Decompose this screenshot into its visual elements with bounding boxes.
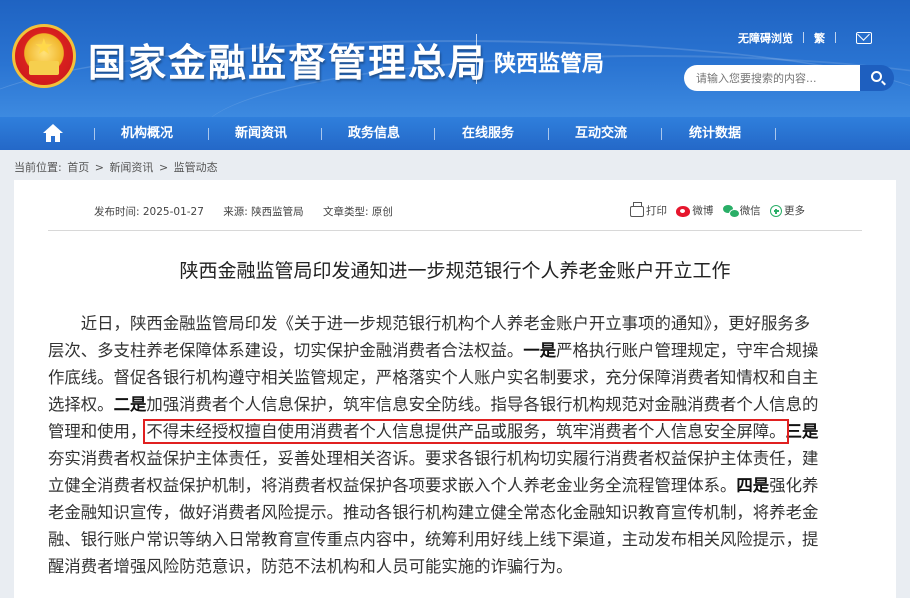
top-links: 无障碍浏览 繁: [738, 30, 846, 46]
wechat-label: 微信: [739, 205, 761, 217]
divider: [48, 230, 862, 231]
paragraph-text: 加强消费者个人信息保护，筑牢信息安全防线。指导各银行机构规范对金融消费者个人信息…: [146, 395, 819, 414]
paragraph-line: 作底线。督促各银行机构遵守相关监管规定，严格落实个人账户实名制要求，充分保障消费…: [48, 364, 864, 391]
national-emblem-icon[interactable]: ★: [12, 24, 76, 88]
breadcrumb-regulatory-news[interactable]: 监管动态: [174, 161, 218, 174]
plus-circle-icon: [770, 205, 783, 217]
paragraph-line: 立健全消费者权益保护机制，将消费者权益保护各项要求嵌入个人养老金业务全流程管理体…: [48, 472, 864, 499]
nav-divider: [208, 128, 209, 140]
search-button[interactable]: [860, 65, 894, 91]
nav-item-interaction[interactable]: 互动交流: [575, 117, 627, 150]
nav-divider: [548, 128, 549, 140]
paragraph-text: 夯实消费者权益保护主体责任，妥善处理相关咨诉。要求各银行机构切实履行消费者权益保…: [48, 449, 819, 468]
nav-divider: [775, 128, 776, 140]
paragraph-text: 层次、多支柱养老保障体系建设，切实保护金融消费者合法权益。: [48, 341, 524, 360]
nav-item-statistics[interactable]: 统计数据: [689, 117, 741, 150]
site-title[interactable]: 国家金融监督管理总局: [88, 32, 488, 87]
weibo-icon: [676, 206, 691, 217]
mail-icon[interactable]: [856, 32, 872, 44]
publish-time: 发布时间: 2025-01-27: [94, 206, 204, 218]
paragraph-line: 层次、多支柱养老保障体系建设，切实保护金融消费者合法权益。一是严格执行账户管理规…: [48, 337, 864, 364]
main-nav: 机构概况 新闻资讯 政务信息 在线服务 互动交流 统计数据: [0, 117, 910, 150]
paragraph-line: 管理和使用，不得未经授权擅自使用消费者个人信息提供产品或服务，筑牢消费者个人信息…: [48, 418, 864, 445]
breadcrumb-separator: >: [158, 161, 169, 174]
paragraph-line: 融、银行账户常识等纳入日常教育宣传重点内容中，统筹利用好线上线下渠道，主动发布相…: [48, 526, 864, 553]
paragraph-text: 近日，陕西金融监管局印发《关于进一步规范银行机构个人养老金账户开立事项的通知》，…: [48, 314, 811, 333]
nav-item-online-service[interactable]: 在线服务: [462, 117, 514, 150]
share-bar: 打印 微博 微信 更多: [630, 202, 811, 218]
branch-title[interactable]: 陕西监管局: [494, 46, 604, 78]
paragraph-text: 强化养: [769, 476, 819, 495]
bold-point-label: 一是: [523, 341, 557, 360]
bold-point-label: 四是: [736, 476, 770, 495]
printer-icon: [630, 202, 644, 217]
accessibility-link[interactable]: 无障碍浏览: [738, 32, 793, 45]
breadcrumb-separator: >: [94, 161, 104, 174]
article-type: 文章类型: 原创: [322, 206, 393, 218]
article-source: 来源: 陕西监管局: [223, 206, 304, 218]
breadcrumb-home[interactable]: 首页: [67, 161, 89, 174]
bold-point-label: 三是: [785, 422, 819, 441]
weibo-share-button[interactable]: 微博: [676, 203, 713, 218]
highlighted-text: 不得未经授权擅自使用消费者个人信息提供产品或服务，筑牢消费者个人信息安全屏障。: [143, 419, 789, 444]
article-title: 陕西金融监管局印发通知进一步规范银行个人养老金账户开立工作: [179, 260, 731, 282]
traditional-chinese-link[interactable]: 繁: [814, 32, 825, 45]
paragraph-text: 作底线。督促各银行机构遵守相关监管规定，严格落实个人账户实名制要求，充分保障消费…: [48, 368, 819, 387]
nav-divider: [321, 128, 322, 140]
paragraph-line: 选择权。二是加强消费者个人信息保护，筑牢信息安全防线。指导各银行机构规范对金融消…: [48, 391, 864, 418]
paragraph-text: 选择权。: [48, 395, 114, 414]
nav-divider: [434, 128, 435, 140]
wechat-share-button[interactable]: 微信: [722, 203, 761, 218]
article-meta: 发布时间: 2025-01-27 来源: 陕西监管局 文章类型: 原创: [94, 204, 409, 219]
link-divider: [835, 32, 836, 43]
wechat-icon: [722, 205, 740, 218]
paragraph-line: 夯实消费者权益保护主体责任，妥善处理相关咨诉。要求各银行机构切实履行消费者权益保…: [48, 445, 864, 472]
nav-divider: [94, 128, 95, 140]
nav-divider: [661, 128, 662, 140]
home-icon[interactable]: [42, 124, 64, 143]
paragraph-text: 融、银行账户常识等纳入日常教育宣传重点内容中，统筹利用好线上线下渠道，主动发布相…: [48, 530, 819, 549]
print-label: 打印: [646, 205, 667, 217]
paragraph-line: 醒消费者增强风险防范意识，防范不法机构和人员可能实施的诈骗行为。: [48, 553, 864, 580]
link-divider: [803, 32, 804, 43]
breadcrumb: 当前位置: 首页 > 新闻资讯 > 监管动态: [14, 159, 220, 175]
paragraph-line: 老金融知识宣传，做好消费者风险提示。推动各银行机构建立健全常态化金融知识教育宣传…: [48, 499, 864, 526]
more-label: 更多: [784, 205, 806, 217]
paragraph-line: 近日，陕西金融监管局印发《关于进一步规范银行机构个人养老金账户开立事项的通知》，…: [48, 310, 864, 337]
article-card: 发布时间: 2025-01-27 来源: 陕西监管局 文章类型: 原创 打印 微…: [14, 180, 896, 598]
nav-item-institution[interactable]: 机构概况: [121, 117, 173, 150]
paragraph-text: 醒消费者增强风险防范意识，防范不法机构和人员可能实施的诈骗行为。: [48, 557, 573, 576]
bold-point-label: 二是: [113, 395, 147, 414]
paragraph-text: 立健全消费者权益保护机制，将消费者权益保护各项要求嵌入个人养老金业务全流程管理体…: [48, 476, 737, 495]
title-divider: [476, 34, 477, 84]
breadcrumb-label: 当前位置:: [14, 161, 62, 174]
site-header: ★ 国家金融监督管理总局 陕西监管局 无障碍浏览 繁: [0, 0, 910, 117]
more-share-button[interactable]: 更多: [770, 203, 805, 218]
paragraph-text: 老金融知识宣传，做好消费者风险提示。推动各银行机构建立健全常态化金融知识教育宣传…: [48, 503, 819, 522]
nav-item-news[interactable]: 新闻资讯: [235, 117, 287, 150]
search-input[interactable]: [684, 65, 860, 91]
breadcrumb-news[interactable]: 新闻资讯: [109, 161, 153, 174]
print-button[interactable]: 打印: [630, 202, 667, 218]
weibo-label: 微博: [692, 205, 714, 217]
paragraph-text: 管理和使用，: [48, 422, 147, 441]
search-icon: [871, 71, 882, 82]
article-body: 近日，陕西金融监管局印发《关于进一步规范银行机构个人养老金账户开立事项的通知》，…: [48, 310, 864, 580]
paragraph-text: 严格执行账户管理规定，守牢合规操: [556, 341, 819, 360]
nav-item-government-info[interactable]: 政务信息: [348, 117, 400, 150]
